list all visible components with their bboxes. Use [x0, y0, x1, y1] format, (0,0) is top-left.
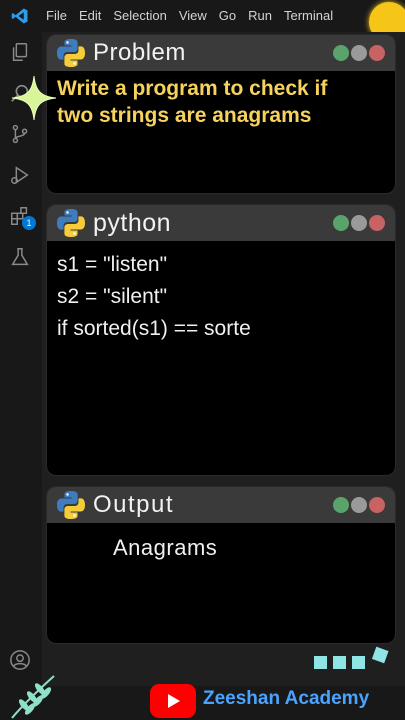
code-block: s1 = "listen" s2 = "silent" if sorted(s1… — [47, 241, 395, 353]
grey-dot-icon — [351, 497, 367, 513]
output-result: Anagrams — [113, 535, 218, 560]
red-dot-icon — [369, 45, 385, 61]
extensions-icon[interactable]: 1 — [8, 204, 36, 230]
green-dot-icon — [333, 45, 349, 61]
problem-line-2: two strings are anagrams — [57, 104, 312, 127]
green-dot-icon — [333, 215, 349, 231]
window-dots — [333, 215, 385, 231]
vscode-logo-icon — [0, 0, 40, 32]
extensions-badge: 1 — [22, 216, 36, 230]
python-logo-icon — [57, 39, 85, 67]
problem-statement: Write a program to check if two strings … — [47, 71, 395, 133]
python-logo-icon — [57, 491, 85, 519]
testing-flask-icon[interactable] — [8, 245, 32, 269]
code-line: s1 = "listen" — [57, 253, 168, 276]
squares-decoration — [314, 646, 389, 669]
leaf-decoration-icon — [11, 675, 55, 719]
menu-selection[interactable]: Selection — [107, 0, 172, 32]
screen: File Edit Selection View Go Run Terminal… — [0, 0, 405, 720]
menu-run[interactable]: Run — [242, 0, 278, 32]
red-dot-icon — [369, 497, 385, 513]
activity-bar: 1 — [0, 32, 42, 720]
sparkle-icon — [11, 75, 57, 121]
square-icon — [333, 656, 346, 669]
menu-view[interactable]: View — [173, 0, 213, 32]
window-dots — [333, 45, 385, 61]
problem-panel: Problem Write a program to check if two … — [46, 34, 396, 194]
output-title: Output — [93, 491, 175, 518]
square-icon — [314, 656, 327, 669]
explorer-icon[interactable] — [8, 40, 32, 64]
green-dot-icon — [333, 497, 349, 513]
youtube-icon[interactable] — [150, 684, 196, 718]
grey-dot-icon — [351, 45, 367, 61]
run-debug-icon[interactable] — [8, 163, 32, 187]
red-dot-icon — [369, 215, 385, 231]
menu-file[interactable]: File — [40, 0, 73, 32]
menu-edit[interactable]: Edit — [73, 0, 107, 32]
code-panel-header: python — [47, 205, 395, 241]
code-panel: python s1 = "listen" s2 = "silent" if so… — [46, 204, 396, 476]
problem-title: Problem — [93, 39, 186, 66]
square-icon — [352, 656, 365, 669]
code-line: s2 = "silent" — [57, 285, 168, 308]
menu-bar: File Edit Selection View Go Run Terminal — [0, 0, 405, 42]
menu-go[interactable]: Go — [213, 0, 242, 32]
menu-terminal[interactable]: Terminal — [278, 0, 339, 32]
window-dots — [333, 497, 385, 513]
source-control-icon[interactable] — [8, 122, 32, 146]
problem-line-1: Write a program to check if — [57, 77, 328, 100]
output-panel-header: Output — [47, 487, 395, 523]
python-logo-icon — [57, 209, 85, 237]
output-panel: Output Anagrams — [46, 486, 396, 644]
problem-panel-header: Problem — [47, 35, 395, 71]
code-title: python — [93, 208, 172, 237]
grey-dot-icon — [351, 215, 367, 231]
channel-name[interactable]: Zeeshan Academy — [203, 688, 369, 710]
code-line: if sorted(s1) == sorte — [57, 317, 251, 340]
account-icon[interactable] — [8, 648, 32, 672]
